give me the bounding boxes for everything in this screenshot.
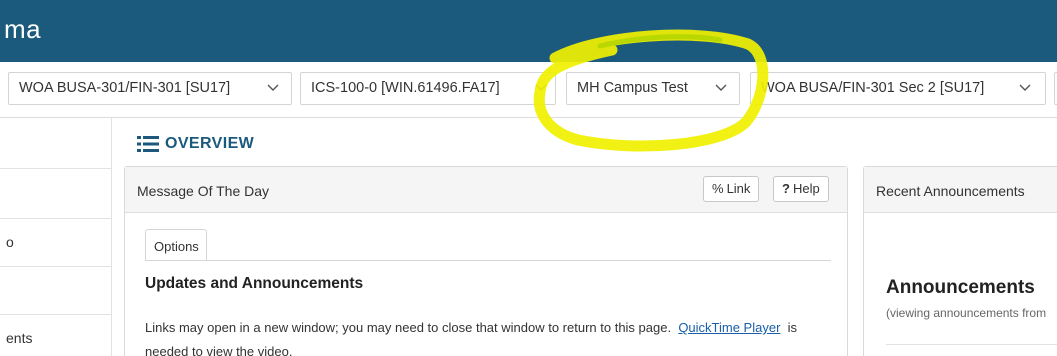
site-tab-mh-campus-test[interactable]: MH Campus Test — [566, 72, 740, 105]
nav-item-label: o — [6, 234, 14, 250]
nav-item[interactable] — [0, 266, 111, 314]
nav-item[interactable]: o — [0, 218, 111, 266]
site-tab-woa-busa-301-su17[interactable]: WOA BUSA-301/FIN-301 [SU17] — [8, 72, 292, 105]
content-body: Links may open in a new window; you may … — [145, 316, 835, 356]
content-heading: Updates and Announcements — [145, 275, 364, 292]
screen: ma WOA BUSA-301/FIN-301 [SU17] ICS-100-0… — [0, 0, 1057, 356]
panel-header: Message Of The Day % Link ? Help — [125, 167, 847, 213]
site-tab-ics-100-0[interactable]: ICS-100-0 [WIN.61496.FA17] — [300, 72, 556, 105]
link-button-label: Link — [726, 181, 751, 196]
site-tab-woa-busa-fin-301-sec2[interactable]: WOA BUSA/FIN-301 Sec 2 [SU17] — [750, 72, 1046, 105]
chevron-down-icon[interactable] — [267, 73, 281, 92]
site-tab-label: ICS-100-0 [WIN.61496.FA17] — [311, 80, 500, 96]
panel-title: Message Of The Day — [137, 183, 270, 199]
site-tabs-bar: WOA BUSA-301/FIN-301 [SU17] ICS-100-0 [W… — [0, 62, 1057, 118]
chevron-down-icon[interactable] — [535, 73, 549, 92]
nav-item[interactable]: ents — [0, 314, 111, 356]
message-of-the-day-panel: Message Of The Day % Link ? Help Options U… — [124, 166, 848, 356]
question-icon: ? — [782, 181, 790, 196]
top-header: ma — [0, 0, 1057, 62]
announcements-heading: Announcements — [886, 277, 1035, 298]
help-button[interactable]: ? Help — [773, 176, 829, 202]
site-tab-label: WOA BUSA-301/FIN-301 [SU17] — [19, 80, 231, 96]
nav-item[interactable] — [0, 168, 111, 216]
chevron-down-icon[interactable] — [1019, 73, 1033, 92]
page-title-text: OVERVIEW — [165, 135, 255, 152]
link-icon: % — [712, 181, 724, 196]
panel-title: Recent Announcements — [876, 183, 1025, 199]
quicktime-player-link[interactable]: QuickTime Player — [678, 320, 780, 335]
divider — [886, 344, 1057, 345]
recent-announcements-panel: Recent Announcements Announcements (view… — [863, 166, 1057, 356]
list-icon — [137, 136, 159, 152]
tab-options[interactable]: Options — [145, 229, 207, 261]
nav-item-label: ents — [6, 330, 33, 346]
tab-options-label: Options — [154, 239, 199, 254]
left-tool-nav: o ents — [0, 118, 112, 356]
site-tab-label: WOA BUSA/FIN-301 Sec 2 [SU17] — [761, 80, 985, 96]
body-text: Links may open in a new window; you may … — [145, 320, 672, 335]
announcements-subtext: (viewing announcements from — [886, 306, 1047, 320]
chevron-down-icon[interactable] — [715, 73, 729, 92]
site-tab-label: MH Campus Test — [577, 80, 688, 96]
divider — [145, 260, 831, 261]
panel-header: Recent Announcements — [864, 167, 1057, 213]
help-button-label: Help — [792, 181, 820, 196]
link-button[interactable]: % Link — [703, 176, 760, 202]
brand-logo-text[interactable]: ma — [4, 14, 41, 45]
